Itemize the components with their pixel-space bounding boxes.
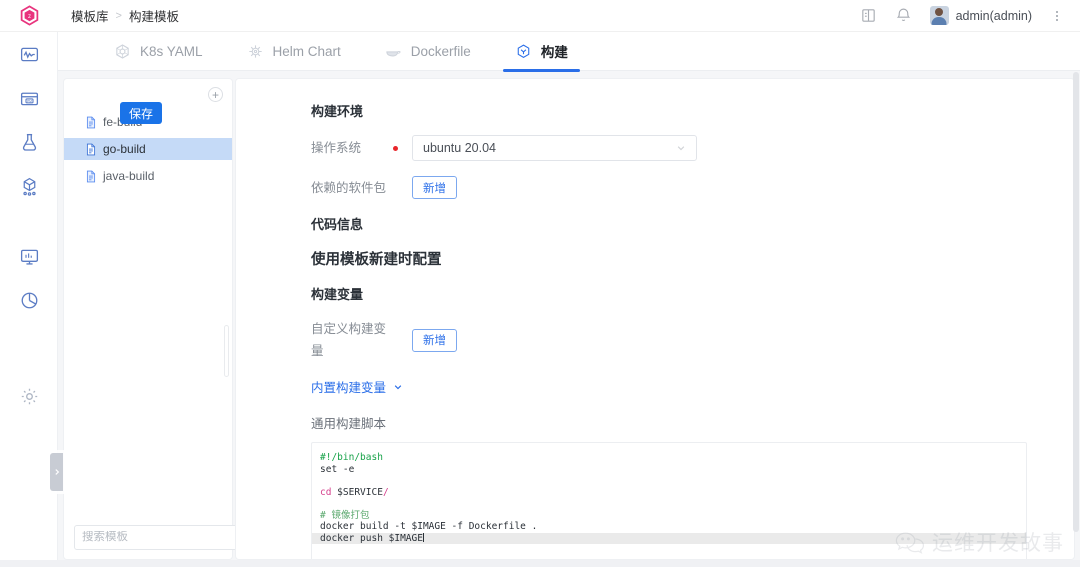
code-line: cd $SERVICE/ xyxy=(320,486,389,498)
sidebar-item-monitoring[interactable] xyxy=(0,32,58,76)
code-line: #!/bin/bash xyxy=(320,452,383,463)
list-item-label: go-build xyxy=(103,142,146,156)
dashboard-screen-icon xyxy=(20,249,38,265)
template-list-footer xyxy=(64,515,255,559)
top-bar: z 模板库 > 构建模板 admin(admin) xyxy=(0,0,1080,32)
chevron-down-icon xyxy=(394,384,402,389)
tab-label-dockerfile: Dockerfile xyxy=(410,43,471,59)
save-button[interactable]: 保存 xyxy=(120,102,162,124)
username-label: admin(admin) xyxy=(955,8,1032,23)
dependencies-label: 依赖的软件包 xyxy=(311,180,387,195)
kubernetes-icon xyxy=(116,43,129,59)
code-line-active: docker push $IMAGE xyxy=(312,532,1026,544)
sidebar-item-dashboard[interactable] xyxy=(0,234,58,278)
os-select-value: ubuntu 20.04 xyxy=(423,141,496,155)
app-root: z 模板库 > 构建模板 admin(admin) PM K8s YAML He… xyxy=(0,0,1080,567)
hexagon-logo-icon: z xyxy=(20,5,38,26)
more-vertical-icon[interactable] xyxy=(1050,8,1064,24)
code-line: # 镜像打包 xyxy=(320,509,370,521)
template-items: fe-build go-build xyxy=(64,110,232,515)
user-menu[interactable]: admin(admin) xyxy=(929,6,1032,25)
work-area: + fe-build xyxy=(50,71,1080,567)
add-custom-var-button[interactable]: 新增 xyxy=(412,328,457,352)
os-label: 操作系统 xyxy=(311,141,362,155)
gear-icon xyxy=(21,388,37,404)
app-logo[interactable]: z xyxy=(0,0,58,32)
top-bar-actions: admin(admin) xyxy=(860,0,1080,32)
tab-dockerfile[interactable]: Dockerfile xyxy=(363,32,493,71)
build-script-editor[interactable]: #!/bin/bash set -e cd $SERVICE/ # 镜像打包 d… xyxy=(311,442,1027,559)
tab-k8s-yaml[interactable]: K8s YAML xyxy=(92,32,225,71)
breadcrumb-current: 构建模板 xyxy=(128,10,179,24)
list-item-go-build[interactable]: go-build xyxy=(64,138,232,160)
book-icon[interactable] xyxy=(860,7,877,24)
tab-helm-chart[interactable]: Helm Chart xyxy=(225,32,363,71)
svg-text:PM: PM xyxy=(27,99,32,103)
section-title-build-vars: 构建变量 xyxy=(311,287,364,302)
sidebar-item-report[interactable] xyxy=(0,278,58,322)
tab-build[interactable]: 构建 xyxy=(493,32,590,72)
file-icon xyxy=(86,116,96,128)
bell-icon[interactable] xyxy=(895,7,912,24)
field-row-dependencies: 依赖的软件包 新增 xyxy=(236,176,1074,199)
sidebar-item-project[interactable]: PM xyxy=(0,76,58,120)
list-item-label: java-build xyxy=(103,169,155,183)
template-list-scrollbar[interactable] xyxy=(224,325,229,377)
search-template-box[interactable] xyxy=(74,524,255,550)
rail-spacer xyxy=(0,208,57,234)
template-list-panel: + fe-build xyxy=(50,79,255,559)
collapse-panel-handle[interactable] xyxy=(50,453,63,491)
required-indicator xyxy=(393,145,398,151)
build-template-form: 构建环境 操作系统 ubuntu 20.04 依赖的软件包 新增 代码信息 使用… xyxy=(236,79,1074,559)
rail-spacer-2 xyxy=(0,322,57,348)
breadcrumb-separator: > xyxy=(115,9,122,22)
builtin-vars-label: 内置构建变量 xyxy=(311,381,387,395)
chevron-right-icon xyxy=(54,469,59,475)
chevron-down-icon xyxy=(677,146,685,151)
build-hexagon-icon xyxy=(517,44,530,58)
template-type-tabs: K8s YAML Helm Chart Dockerfile 构建 xyxy=(58,32,1080,72)
sidebar-item-test[interactable] xyxy=(0,120,58,164)
sidebar-item-deploy[interactable] xyxy=(0,164,58,208)
search-input[interactable] xyxy=(82,531,236,543)
helm-icon xyxy=(248,44,262,58)
field-row-os: 操作系统 ubuntu 20.04 xyxy=(236,135,1074,161)
sidebar-item-settings[interactable] xyxy=(0,374,58,418)
custom-var-label: 自定义构建变量 xyxy=(311,322,387,358)
docker-whale-icon xyxy=(386,50,401,57)
monitor-pulse-icon xyxy=(20,47,38,61)
file-icon xyxy=(86,170,96,182)
code-line: docker build -t $IMAGE -f Dockerfile . xyxy=(320,521,538,532)
section-title-code-info: 代码信息 xyxy=(311,217,364,232)
section-title-build-env: 构建环境 xyxy=(311,104,364,119)
list-item-java-build[interactable]: java-build xyxy=(64,165,232,187)
package-deploy-icon xyxy=(22,177,36,196)
bottom-strip xyxy=(0,560,1080,567)
breadcrumb-root[interactable]: 模板库 xyxy=(71,6,109,25)
field-row-custom-vars: 自定义构建变量 新增 xyxy=(236,318,1074,362)
add-template-button[interactable]: + xyxy=(208,87,223,102)
add-dependency-button[interactable]: 新增 xyxy=(412,176,457,199)
tab-label-helm-chart: Helm Chart xyxy=(272,43,341,59)
flask-icon xyxy=(22,133,36,151)
breadcrumb: 模板库 > 构建模板 xyxy=(58,6,179,25)
code-line: set -e xyxy=(320,463,355,475)
svg-text:z: z xyxy=(27,13,30,20)
script-label: 通用构建脚本 xyxy=(311,417,387,431)
rail-spacer-3 xyxy=(0,348,57,374)
avatar xyxy=(929,6,949,25)
section-title-template-config: 使用模板新建时配置 xyxy=(311,252,442,268)
project-pm-icon: PM xyxy=(20,92,38,105)
tab-label-k8s-yaml: K8s YAML xyxy=(140,43,203,59)
file-icon xyxy=(86,143,96,155)
builtin-vars-toggle[interactable]: 内置构建变量 xyxy=(236,377,1074,396)
os-select[interactable]: ubuntu 20.04 xyxy=(412,135,697,161)
tab-label-build: 构建 xyxy=(540,45,568,60)
pie-chart-icon xyxy=(21,292,37,308)
page-scrollbar[interactable] xyxy=(1073,72,1079,532)
